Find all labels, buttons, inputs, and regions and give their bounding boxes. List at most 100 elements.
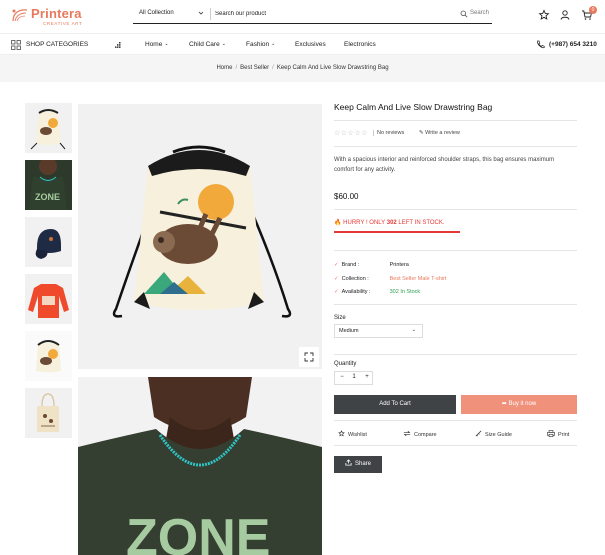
check-icon: ✓	[334, 262, 339, 268]
secondary-product-image[interactable]: ZONE	[78, 377, 322, 555]
phone-number: (+987) 654 3210	[549, 41, 597, 48]
product-price: $60.00	[334, 192, 359, 201]
logo[interactable]: Printera CREATIVE ART	[11, 5, 91, 27]
zoom-button[interactable]	[299, 347, 319, 367]
nav-item-exclusives[interactable]: Exclusives	[295, 41, 326, 48]
print-label: Print	[558, 432, 570, 438]
star-icon	[338, 430, 345, 437]
buy-now-button[interactable]: ➦ Buy it now	[461, 395, 577, 414]
brand-name: Printera	[31, 6, 82, 21]
stock-progress-bar	[334, 231, 460, 233]
grid-icon	[11, 40, 21, 50]
size-guide-label: Size Guide	[485, 432, 512, 438]
wishlist-star-icon[interactable]	[538, 9, 550, 21]
search-button[interactable]: Search	[460, 8, 492, 20]
breadcrumb-separator: /	[272, 65, 274, 71]
print-button[interactable]: Print	[547, 430, 569, 438]
divider	[334, 420, 577, 421]
compare-button[interactable]: Compare	[403, 430, 437, 438]
quantity-value[interactable]: 1	[349, 374, 359, 380]
shop-categories-label: SHOP CATEGORIES	[26, 41, 89, 48]
nav-item-electronics[interactable]: Electronics	[344, 41, 376, 48]
main-product-image[interactable]	[78, 104, 322, 369]
main-nav: SHOP CATEGORIES Home ⌄ Child Care ⌄ Fashio…	[0, 33, 605, 55]
stock-alert-prefix: HURRY ! ONLY	[343, 220, 386, 226]
sloth-bag-thumbnail-image	[25, 103, 72, 153]
search-input[interactable]	[215, 8, 445, 20]
thumbnail-navy-cap[interactable]	[25, 217, 72, 267]
nav-item-child-care[interactable]: Child Care ⌄	[189, 41, 226, 48]
breadcrumb-bar: Home / Best Seller / Keep Calm And Live Slow…	[0, 55, 605, 82]
size-select[interactable]: Medium ⌄	[334, 324, 423, 338]
account-icon[interactable]	[559, 9, 571, 21]
reviews-count[interactable]: No reviews	[373, 130, 404, 136]
chevron-down-icon: ⌄	[164, 41, 169, 47]
quantity-stepper: − 1 +	[334, 371, 373, 385]
brand-value: Printera	[389, 262, 409, 268]
divider	[334, 304, 577, 305]
cart-button[interactable]: 0	[581, 6, 597, 21]
product-title: Keep Calm And Live Slow Drawstring Bag	[334, 102, 493, 112]
brand-tagline: CREATIVE ART	[43, 21, 83, 26]
add-to-cart-button[interactable]: Add To Cart	[334, 395, 456, 414]
size-selected-value: Medium	[339, 328, 359, 334]
expand-icon	[304, 352, 314, 362]
write-review-link[interactable]: ✎ Write a review	[419, 130, 460, 136]
thumbnail-sloth-bag[interactable]	[25, 103, 72, 153]
buy-now-label: Buy it now	[508, 401, 537, 407]
thumbnail-red-long-sleeve[interactable]	[25, 274, 72, 324]
size-guide-button[interactable]: Size Guide	[475, 430, 512, 438]
rating-stars[interactable]: ☆☆☆☆☆	[334, 129, 368, 137]
breadcrumb-best-seller[interactable]: Best Seller	[240, 65, 269, 71]
availability-label: Availability :	[341, 289, 371, 295]
share-button[interactable]: Share	[334, 456, 382, 473]
nav-item-fashion[interactable]: Fashion ⌄	[246, 41, 275, 48]
compare-icon	[403, 430, 411, 437]
availability-row: ✓ Availability : 302 In Stock	[334, 289, 420, 295]
fire-icon: 🔥	[334, 220, 342, 226]
ruler-icon	[475, 430, 482, 437]
divider	[334, 445, 577, 446]
wishlist-label: Wishlist	[348, 432, 367, 438]
breadcrumb-home[interactable]: Home	[216, 65, 232, 71]
product-description: With a spacious interior and reinforced …	[334, 157, 555, 173]
chevron-down-icon: ⌄	[411, 327, 416, 333]
write-review-label: Write a review	[425, 130, 460, 136]
chevron-down-icon[interactable]	[197, 9, 205, 17]
printer-icon	[547, 430, 555, 437]
sloth-drawstring-bag-image	[78, 104, 322, 369]
nav-item-label: Home	[145, 41, 163, 48]
collection-link[interactable]: Best Seller Male T-shirt	[390, 276, 447, 282]
wishlist-button[interactable]: Wishlist	[338, 430, 367, 438]
search-divider	[210, 8, 211, 20]
svg-text:ZONE: ZONE	[35, 192, 60, 202]
thumbnail-zone-tshirt[interactable]: ZONE	[25, 160, 72, 210]
cart-count-badge: 0	[589, 6, 597, 14]
share-arrow-icon: ➦	[501, 401, 507, 407]
navy-cap-thumbnail-image	[25, 217, 72, 267]
phone-icon	[537, 40, 545, 49]
divider	[334, 354, 577, 355]
thumbnail-sloth-bag-small[interactable]	[25, 331, 72, 381]
sloth-bag-small-thumbnail-image	[25, 331, 72, 381]
divider	[334, 120, 577, 121]
thumbnail-canvas-tote[interactable]	[25, 388, 72, 438]
breadcrumb-current: Keep Calm And Live Slow Drawstring Bag	[276, 65, 389, 71]
chevron-down-icon: ⌄	[221, 41, 226, 47]
category-toggle-icon[interactable]	[114, 41, 122, 49]
search-button-label: Search	[470, 10, 490, 16]
availability-value: 302 In Stock	[389, 289, 421, 295]
nav-item-label: Fashion	[246, 41, 270, 48]
chevron-down-icon: ⌄	[271, 41, 276, 47]
nav-item-home[interactable]: Home ⌄	[145, 41, 169, 48]
size-label: Size	[334, 315, 346, 321]
share-label: Share	[354, 461, 371, 467]
divider	[334, 146, 577, 147]
zone-tshirt-model-image: ZONE	[78, 377, 322, 555]
compare-label: Compare	[414, 432, 437, 438]
stock-alert: 🔥 HURRY ! ONLY 302 LEFT IN STOCK.	[334, 219, 445, 226]
quantity-increase-button[interactable]: +	[363, 374, 371, 380]
quantity-decrease-button[interactable]: −	[338, 374, 346, 380]
stock-alert-suffix: LEFT IN STOCK.	[398, 220, 445, 226]
collection-select[interactable]: All Collection	[139, 10, 174, 16]
